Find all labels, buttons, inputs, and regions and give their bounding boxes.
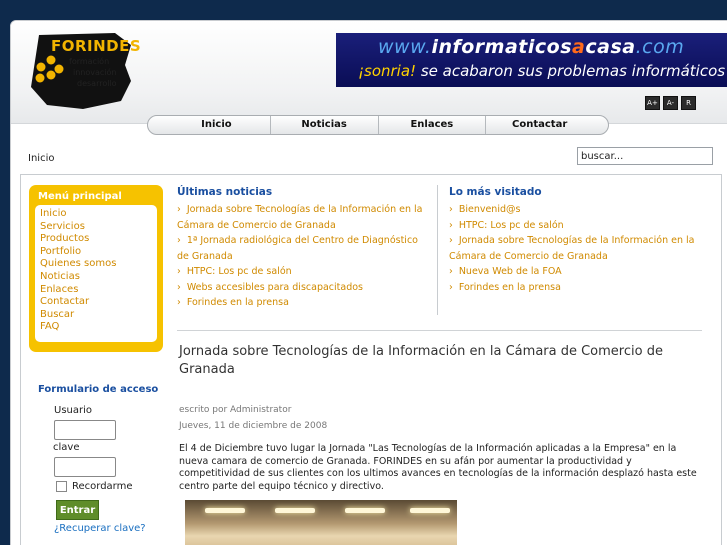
password-field[interactable] [54,457,116,477]
ceiling-light [345,508,385,513]
font-decrease-button[interactable]: A- [663,96,678,110]
nav-item-noticias[interactable]: Noticias [271,116,379,134]
arrow-right-icon: › [449,266,453,277]
list-item[interactable]: › 1ª Jornada radiológica del Centro de Di… [177,233,427,264]
article-author: escrito por Administrator [179,405,292,415]
logo-tagline-3: desarrollo [77,79,117,88]
username-field[interactable] [54,420,116,440]
list-item[interactable]: › HTPC: Los pc de salón [449,218,711,234]
news-link[interactable]: HTPC: Los pc de salón [187,266,292,277]
banner-url-word2: a [572,36,586,58]
popular-link[interactable]: Forindes en la prensa [459,282,561,293]
list-item[interactable]: › Forindes en la prensa [449,280,711,296]
banner-url-word3: casa [585,36,636,58]
menu-item-quienes-somos[interactable]: Quienes somos [40,258,152,271]
main-menu-title: Menú principal [38,191,122,202]
news-link[interactable]: Forindes en la prensa [187,297,289,308]
banner-url: www.informaticosacasa.com [378,36,684,58]
font-increase-button[interactable]: A+ [645,96,660,110]
news-link[interactable]: Jornada sobre Tecnologías de la Informac… [177,204,422,231]
nav-item-contactar[interactable]: Contactar [486,116,593,134]
popular-link[interactable]: HTPC: Los pc de salón [459,220,564,231]
font-size-controls: A+ A- R [645,96,696,110]
arrow-right-icon: › [449,235,453,246]
arrow-right-icon: › [177,204,181,215]
forgot-password-link[interactable]: ¿Recuperar clave? [54,523,146,534]
remember-me: Recordarme [56,481,133,492]
site-header: FORINDES formación innovación desarrollo… [11,21,727,135]
ceiling-light [275,508,315,513]
popular-link[interactable]: Jornada sobre Tecnologías de la Informac… [449,235,694,262]
logo-title: FORINDES [51,37,142,55]
nav-item-enlaces[interactable]: Enlaces [379,116,487,134]
menu-item-faq[interactable]: FAQ [40,321,152,334]
arrow-right-icon: › [177,297,181,308]
list-item[interactable]: › Forindes en la prensa [177,295,427,311]
login-button[interactable]: Entrar [56,500,99,520]
username-label: Usuario [54,405,93,416]
arrow-right-icon: › [177,235,181,246]
article-date: Jueves, 11 de diciembre de 2008 [179,421,328,431]
logo-tagline-2: innovación [73,68,117,77]
main-menu-list: Inicio Servicios Productos Portfolio Qui… [35,205,157,342]
password-label: clave [53,442,80,453]
banner-url-word1: informaticos [431,36,573,58]
list-item[interactable]: › HTPC: Los pc de salón [177,264,427,280]
list-item[interactable]: › Nueva Web de la FOA [449,264,711,280]
login-form-title: Formulario de acceso [38,384,159,395]
logo-tagline-1: formación [69,57,110,66]
main-nav: Inicio Noticias Enlaces Contactar [147,115,609,135]
arrow-right-icon: › [449,281,453,293]
list-item[interactable]: › Webs accesibles para discapacitados [177,280,427,296]
banner-slogan-rest: se acabaron sus problemas informáticos [416,62,726,80]
page-container: FORINDES formación innovación desarrollo… [10,20,727,545]
site-logo[interactable]: FORINDES formación innovación desarrollo [27,31,147,111]
menu-item-inicio[interactable]: Inicio [40,208,152,221]
most-visited-list: › Bienvenid@s › HTPC: Los pc de salón › Jor… [449,202,711,295]
menu-item-portfolio[interactable]: Portfolio [40,246,152,259]
nav-item-inicio[interactable]: Inicio [163,116,271,134]
news-link[interactable]: Webs accesibles para discapacitados [187,282,363,293]
breadcrumb[interactable]: Inicio [28,153,54,164]
banner-url-prefix: www. [378,36,432,58]
content-area: Menú principal Inicio Servicios Producto… [20,174,722,545]
list-item[interactable]: › Bienvenid@s [449,202,711,218]
most-visited-title: Lo más visitado [449,186,542,198]
remember-label: Recordarme [72,481,133,492]
latest-news-title: Últimas noticias [177,186,273,198]
news-link[interactable]: 1ª Jornada radiológica del Centro de Dia… [177,235,418,262]
menu-item-buscar[interactable]: Buscar [40,309,152,322]
column-divider [437,185,438,315]
banner-url-suffix: .com [635,36,685,58]
arrow-right-icon: › [177,266,181,277]
article-body: El 4 de Diciembre tuvo lugar la Jornada … [179,443,697,492]
article-title[interactable]: Jornada sobre Tecnologías de la Informac… [179,343,699,379]
ceiling-light [205,508,245,513]
arrow-right-icon: › [177,281,181,293]
font-reset-button[interactable]: R [681,96,696,110]
list-item[interactable]: › Jornada sobre Tecnologías de la Informa… [177,202,427,233]
list-item[interactable]: › Jornada sobre Tecnologías de la Informa… [449,233,711,264]
menu-item-productos[interactable]: Productos [40,233,152,246]
popular-link[interactable]: Nueva Web de la FOA [459,266,562,277]
popular-link[interactable]: Bienvenid@s [459,204,521,215]
menu-item-enlaces[interactable]: Enlaces [40,284,152,297]
article-photo [185,500,457,545]
remember-checkbox[interactable] [56,481,67,492]
advert-banner[interactable]: www.informaticosacasa.com ¡sonria! se ac… [336,33,727,87]
menu-item-noticias[interactable]: Noticias [40,271,152,284]
banner-slogan-hl: ¡sonria! [358,62,417,80]
main-menu: Menú principal Inicio Servicios Producto… [29,185,163,352]
latest-news-list: › Jornada sobre Tecnologías de la Informa… [177,202,427,311]
search-input[interactable] [577,147,713,165]
menu-item-contactar[interactable]: Contactar [40,296,152,309]
section-divider [177,330,702,331]
ceiling-light [410,508,450,513]
arrow-right-icon: › [449,219,453,231]
banner-slogan: ¡sonria! se acabaron sus problemas infor… [358,62,725,80]
menu-item-servicios[interactable]: Servicios [40,221,152,234]
arrow-right-icon: › [449,204,453,215]
